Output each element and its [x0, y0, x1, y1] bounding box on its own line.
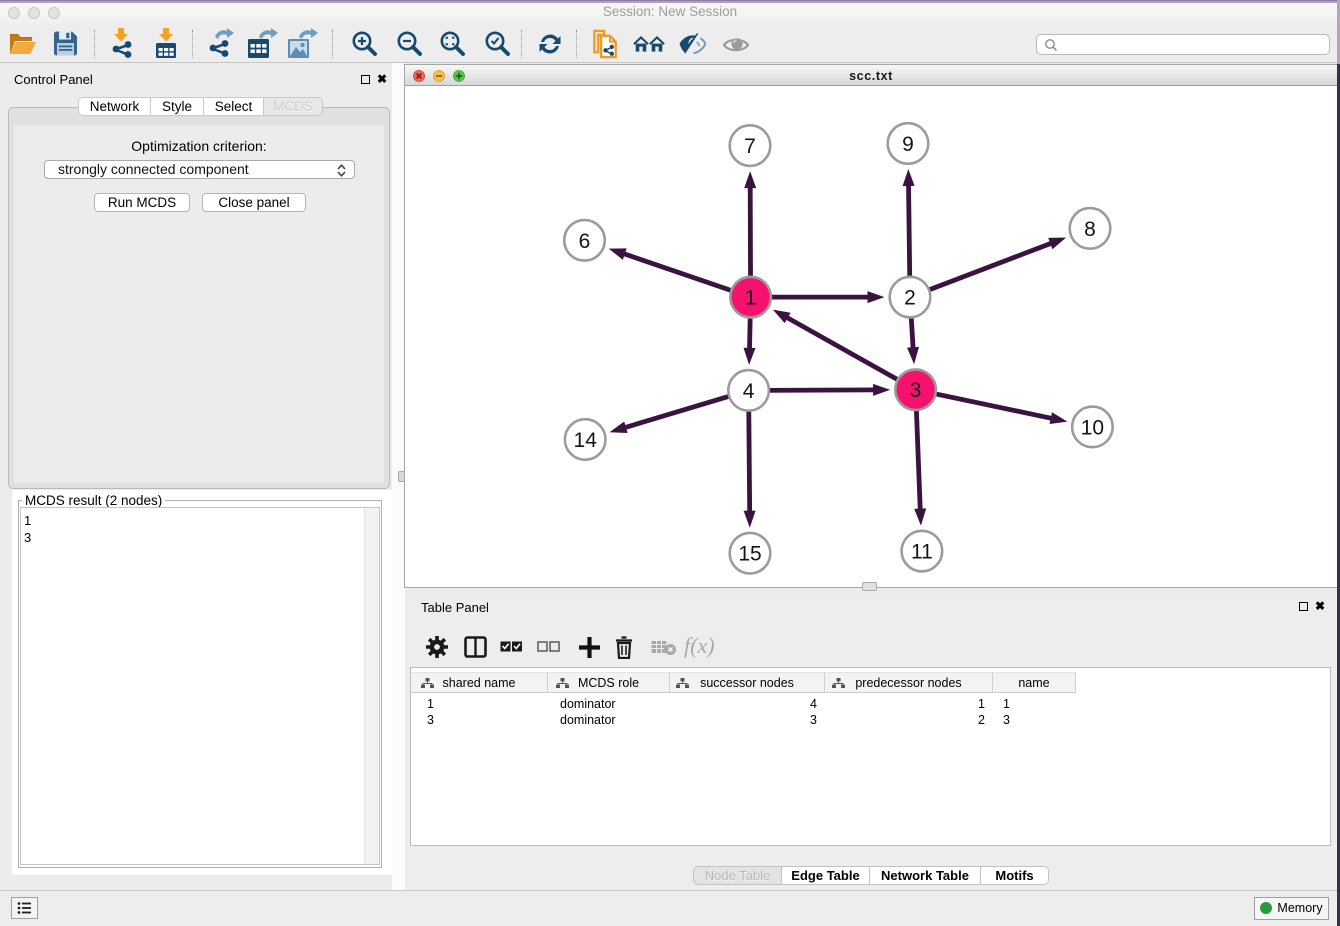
- svg-text:14: 14: [574, 429, 598, 452]
- svg-text:15: 15: [738, 543, 761, 566]
- svg-text:6: 6: [579, 230, 591, 253]
- svg-text:8: 8: [1084, 218, 1096, 241]
- svg-text:11: 11: [911, 541, 933, 564]
- svg-text:7: 7: [744, 135, 756, 158]
- svg-text:9: 9: [902, 133, 914, 156]
- svg-text:3: 3: [910, 379, 922, 402]
- svg-text:4: 4: [743, 380, 755, 403]
- svg-text:1: 1: [745, 287, 757, 310]
- svg-text:2: 2: [904, 287, 916, 310]
- svg-text:10: 10: [1081, 416, 1104, 439]
